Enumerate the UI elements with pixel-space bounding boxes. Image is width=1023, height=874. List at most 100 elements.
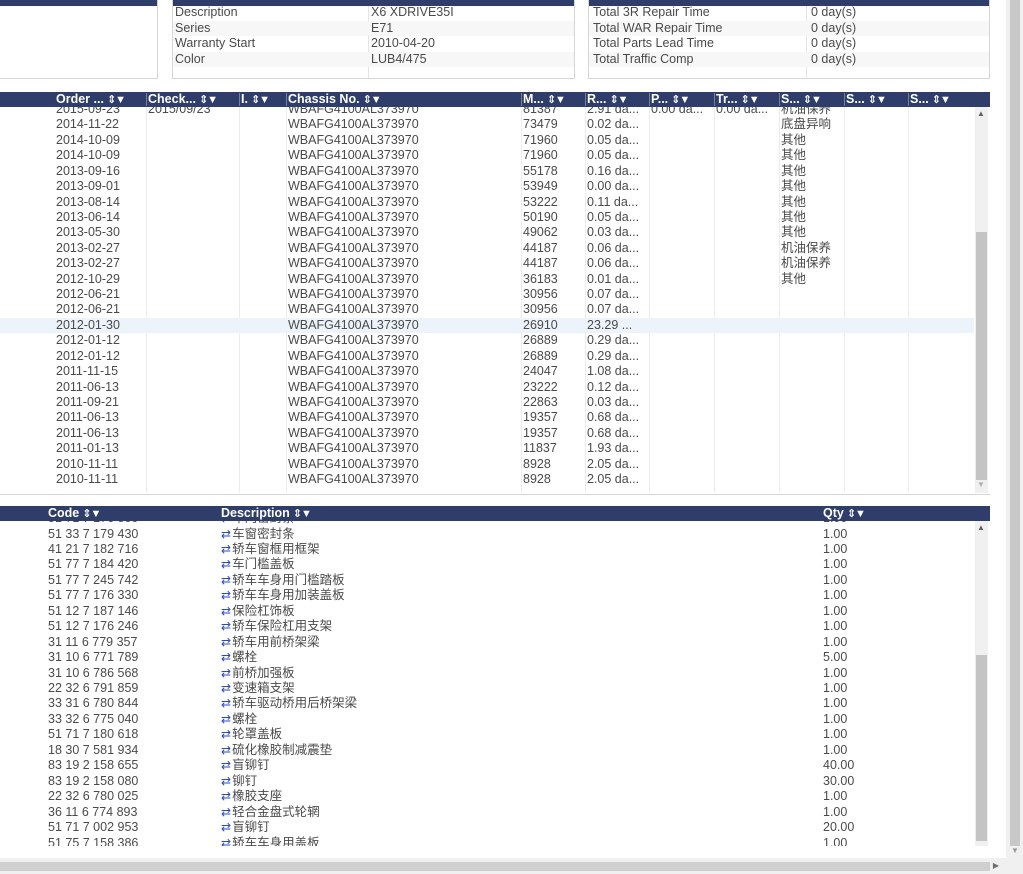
- page-vertical-scrollbar[interactable]: ▼: [1006, 0, 1023, 858]
- list-item[interactable]: 51 12 7 176 246 ⇄轿车保险杠用支架 1.00: [0, 619, 974, 634]
- scroll-up-arrow-icon[interactable]: ▲: [975, 109, 987, 119]
- orders-vertical-scrollbar[interactable]: ▲ ▼: [975, 107, 988, 493]
- part-description-cell[interactable]: ⇄前桥加强板: [221, 666, 295, 681]
- parts-column-header[interactable]: Qty ⇕▼: [823, 506, 866, 522]
- swap-arrows-icon[interactable]: ⇄: [221, 805, 231, 819]
- table-row[interactable]: 2012-01-30 WBAFG4100AL373970 26910 23.29 ..…: [0, 317, 974, 334]
- table-row[interactable]: 2011-11-15 WBAFG4100AL373970 24047 1.08 da.…: [0, 364, 974, 379]
- table-row[interactable]: 2012-06-21 WBAFG4100AL373970 30956 0.07 da.…: [0, 287, 974, 302]
- orders-column-header[interactable]: M... ⇕▼: [523, 92, 566, 108]
- table-row[interactable]: 2013-02-27 WBAFG4100AL373970 44187 0.06 da.…: [0, 241, 974, 256]
- swap-arrows-icon[interactable]: ⇄: [221, 588, 231, 602]
- swap-arrows-icon[interactable]: ⇄: [221, 557, 231, 571]
- parts-column-header[interactable]: Code ⇕▼: [48, 506, 101, 522]
- part-description-cell[interactable]: ⇄轮罩盖板: [221, 727, 282, 742]
- list-item[interactable]: 51 12 7 187 146 ⇄保险杠饰板 1.00: [0, 604, 974, 619]
- swap-arrows-icon[interactable]: ⇄: [221, 619, 231, 633]
- scroll-down-arrow-icon[interactable]: ▼: [975, 480, 987, 490]
- swap-arrows-icon[interactable]: ⇄: [221, 573, 231, 587]
- list-item[interactable]: 83 19 2 158 080 ⇄铆钉 30.00: [0, 774, 974, 789]
- orders-column-header[interactable]: S... ⇕▼: [846, 92, 887, 108]
- table-row[interactable]: 2013-05-30 WBAFG4100AL373970 49062 0.03 da.…: [0, 225, 974, 240]
- list-item[interactable]: 33 32 6 775 040 ⇄螺栓 1.00: [0, 712, 974, 727]
- list-item[interactable]: 41 21 7 182 716 ⇄轿车窗框用框架 1.00: [0, 542, 974, 557]
- list-item[interactable]: 36 11 6 774 893 ⇄轻合金盘式轮辋 1.00: [0, 805, 974, 820]
- part-description-cell[interactable]: ⇄变速箱支架: [221, 681, 295, 696]
- list-item[interactable]: 83 19 2 158 655 ⇄盲铆钉 40.00: [0, 758, 974, 773]
- list-item[interactable]: 51 71 7 002 953 ⇄盲铆钉 20.00: [0, 820, 974, 835]
- swap-arrows-icon[interactable]: ⇄: [221, 743, 231, 757]
- table-row[interactable]: 2014-10-09 WBAFG4100AL373970 71960 0.05 da.…: [0, 148, 974, 163]
- sort-filter-icon[interactable]: ⇕▼: [609, 94, 628, 106]
- orders-column-header[interactable]: S... ⇕▼: [910, 92, 951, 108]
- page-scroll-thumb[interactable]: [1010, 0, 1020, 846]
- sort-filter-icon[interactable]: ⇕▼: [671, 94, 690, 106]
- part-description-cell[interactable]: ⇄轿车窗框用框架: [221, 542, 320, 557]
- part-description-cell[interactable]: ⇄轿车用前桥架梁: [221, 635, 320, 650]
- part-description-cell[interactable]: ⇄保险杠饰板: [221, 604, 295, 619]
- swap-arrows-icon[interactable]: ⇄: [221, 836, 231, 847]
- swap-arrows-icon[interactable]: ⇄: [221, 527, 231, 541]
- table-row[interactable]: 2012-01-12 WBAFG4100AL373970 26889 0.29 da.…: [0, 333, 974, 348]
- part-description-cell[interactable]: ⇄轿车车身用加装盖板: [221, 588, 345, 603]
- part-description-cell[interactable]: ⇄橡胶支座: [221, 789, 282, 804]
- list-item[interactable]: 51 77 7 176 330 ⇄轿车车身用加装盖板 1.00: [0, 588, 974, 603]
- table-row[interactable]: 2011-09-21 WBAFG4100AL373970 22863 0.03 da.…: [0, 395, 974, 410]
- swap-arrows-icon[interactable]: ⇄: [221, 681, 231, 695]
- swap-arrows-icon[interactable]: ⇄: [221, 712, 231, 726]
- page-hscroll-thumb[interactable]: [0, 862, 990, 871]
- part-description-cell[interactable]: ⇄铆钉: [221, 774, 257, 789]
- table-row[interactable]: 2011-06-13 WBAFG4100AL373970 23222 0.12 da.…: [0, 380, 974, 395]
- list-item[interactable]: 51 71 7 180 618 ⇄轮罩盖板 1.00: [0, 727, 974, 742]
- sort-filter-icon[interactable]: ⇕▼: [107, 94, 126, 106]
- part-description-cell[interactable]: ⇄盲铆钉: [221, 758, 270, 773]
- swap-arrows-icon[interactable]: ⇄: [221, 604, 231, 618]
- parts-column-header[interactable]: Description ⇕▼: [221, 506, 312, 522]
- orders-scroll-thumb[interactable]: [976, 232, 987, 480]
- swap-arrows-icon[interactable]: ⇄: [221, 789, 231, 803]
- scroll-right-arrow-icon[interactable]: ▶: [990, 861, 1002, 871]
- part-description-cell[interactable]: ⇄螺栓: [221, 712, 257, 727]
- table-row[interactable]: 2011-06-13 WBAFG4100AL373970 19357 0.68 da.…: [0, 426, 974, 441]
- table-row[interactable]: 2011-06-13 WBAFG4100AL373970 19357 0.68 da.…: [0, 410, 974, 425]
- part-description-cell[interactable]: ⇄螺栓: [221, 650, 257, 665]
- list-item[interactable]: 22 32 6 780 025 ⇄橡胶支座 1.00: [0, 789, 974, 804]
- table-row[interactable]: 2010-11-11 WBAFG4100AL373970 8928 2.05 da..…: [0, 457, 974, 472]
- page-horizontal-scrollbar[interactable]: ▶: [0, 858, 1023, 874]
- swap-arrows-icon[interactable]: ⇄: [221, 727, 231, 741]
- table-row[interactable]: 2014-10-09 WBAFG4100AL373970 71960 0.05 da.…: [0, 133, 974, 148]
- orders-column-header[interactable]: Chassis No. ⇕▼: [288, 92, 382, 108]
- table-row[interactable]: 2010-11-11 WBAFG4100AL373970 8928 2.05 da..…: [0, 472, 974, 487]
- orders-column-header[interactable]: Check... ⇕▼: [148, 92, 218, 108]
- swap-arrows-icon[interactable]: ⇄: [221, 666, 231, 680]
- sort-filter-icon[interactable]: ⇕▼: [741, 94, 760, 106]
- table-row[interactable]: 2013-09-01 WBAFG4100AL373970 53949 0.00 da.…: [0, 179, 974, 194]
- part-description-cell[interactable]: ⇄盲铆钉: [221, 820, 270, 835]
- part-description-cell[interactable]: ⇄硫化橡胶制减震垫: [221, 743, 332, 758]
- orders-column-header[interactable]: Tr... ⇕▼: [716, 92, 760, 108]
- page-scroll-down-icon[interactable]: ▼: [1009, 846, 1021, 856]
- orders-column-header[interactable]: Order ... ⇕▼: [56, 92, 126, 108]
- part-description-cell[interactable]: ⇄轿车保险杠用支架: [221, 619, 332, 634]
- sort-filter-icon[interactable]: ⇕▼: [363, 94, 382, 106]
- sort-filter-icon[interactable]: ⇕▼: [803, 94, 822, 106]
- swap-arrows-icon[interactable]: ⇄: [221, 774, 231, 788]
- table-row[interactable]: 2014-11-22 WBAFG4100AL373970 73479 0.02 da.…: [0, 117, 974, 132]
- swap-arrows-icon[interactable]: ⇄: [221, 696, 231, 710]
- sort-filter-icon[interactable]: ⇕▼: [868, 94, 887, 106]
- sort-filter-icon[interactable]: ⇕▼: [82, 508, 101, 520]
- part-description-cell[interactable]: ⇄轿车驱动桥用后桥架梁: [221, 696, 357, 711]
- list-item[interactable]: 31 10 6 786 568 ⇄前桥加强板 1.00: [0, 666, 974, 681]
- list-item[interactable]: 51 77 7 245 742 ⇄轿车车身用门槛踏板 1.00: [0, 573, 974, 588]
- table-row[interactable]: 2013-02-27 WBAFG4100AL373970 44187 0.06 da.…: [0, 256, 974, 271]
- sort-filter-icon[interactable]: ⇕▼: [547, 94, 566, 106]
- swap-arrows-icon[interactable]: ⇄: [221, 820, 231, 834]
- scroll-up-arrow-icon[interactable]: ▲: [975, 523, 987, 533]
- sort-filter-icon[interactable]: ⇕▼: [847, 508, 866, 520]
- parts-scroll-thumb[interactable]: [976, 655, 987, 841]
- list-item[interactable]: 51 33 7 179 430 ⇄车窗密封条 1.00: [0, 527, 974, 542]
- part-description-cell[interactable]: ⇄车窗密封条: [221, 527, 295, 542]
- sort-filter-icon[interactable]: ⇕▼: [199, 94, 218, 106]
- part-description-cell[interactable]: ⇄轿车车身用盖板: [221, 836, 320, 847]
- orders-column-header[interactable]: P... ⇕▼: [651, 92, 690, 108]
